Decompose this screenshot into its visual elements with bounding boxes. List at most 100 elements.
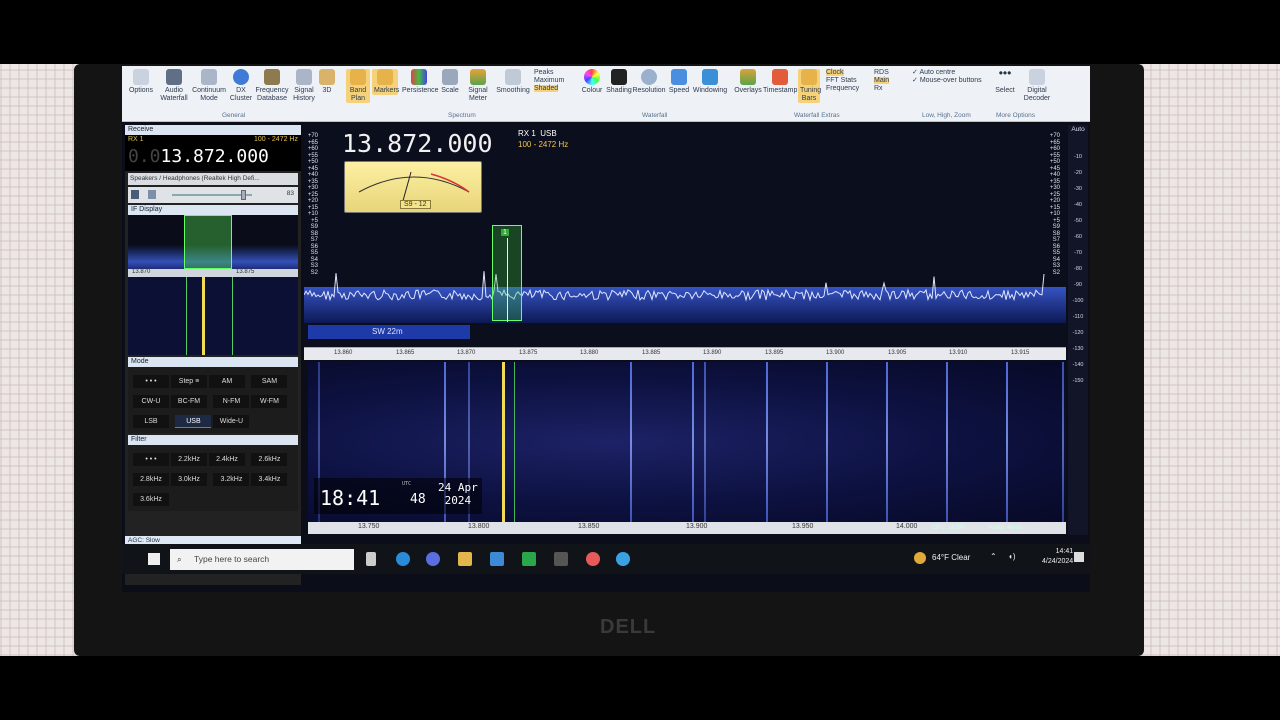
band-plan-button[interactable]: Band Plan <box>346 69 370 103</box>
mail-icon[interactable] <box>490 552 504 566</box>
filter-2-6khz-button[interactable]: 2.6kHz <box>251 453 288 466</box>
spectrum-display[interactable]: +70 +65 +60 +55 +50 +45 +40 +35 +30 +25 +20 +15 +10 +… <box>304 125 1066 347</box>
smoothing-button[interactable]: Smoothing <box>496 69 530 95</box>
mode-cwu-button[interactable]: CW-U <box>133 395 169 408</box>
weather-text[interactable]: 64°F Clear <box>932 553 970 562</box>
if-filter-passband[interactable] <box>184 215 232 269</box>
speed-button[interactable]: Speed <box>668 69 690 95</box>
markers-button[interactable]: Markers <box>372 69 399 95</box>
history-icon <box>296 69 312 85</box>
signal-meter-button[interactable]: Signal Meter <box>464 69 492 103</box>
mode-step-button[interactable]: Step ≡ <box>171 375 207 388</box>
spreadsheet-icon[interactable] <box>522 552 536 566</box>
notifications-icon[interactable] <box>1074 552 1084 562</box>
receive-header: Receive <box>125 125 301 135</box>
browser-icon[interactable] <box>616 552 630 566</box>
auto-scale-button[interactable]: Auto <box>1068 125 1088 133</box>
select-button[interactable]: ••• Select <box>994 66 1016 95</box>
audio-waterfall-button[interactable]: Audio Waterfall <box>158 69 190 103</box>
scale-button[interactable]: Scale <box>440 69 460 95</box>
group-spectrum: Spectrum <box>448 112 476 119</box>
mode-sam-button[interactable]: SAM <box>251 375 288 388</box>
band-plan-bar[interactable]: SW 22m <box>308 325 470 339</box>
tuning-bars-icon <box>801 69 817 85</box>
more-dots-icon: ••• <box>998 66 1012 80</box>
volume-value: 83 <box>286 190 294 197</box>
tuning-passband[interactable]: 1 <box>492 225 522 322</box>
persistence-button[interactable]: Persistence <box>402 69 439 95</box>
mode-am-button[interactable]: AM <box>209 375 245 388</box>
taskbar-search-box[interactable]: ⌕ Type here to search <box>170 549 354 570</box>
signal-meter-icon <box>470 69 486 85</box>
marker-label: 1 <box>501 229 509 236</box>
mode-bcfm-button[interactable]: BC-FM <box>171 395 207 408</box>
waterfall-level-scale[interactable]: Auto -10 -20 -30 -40 -50 -60 -70 -80 -90 -100 -110… <box>1068 125 1088 535</box>
audio-device-select[interactable]: Speakers / Headphones (Realtek High Defi… <box>128 173 298 185</box>
scale-icon <box>442 69 458 85</box>
volume-slider-track[interactable] <box>172 194 252 196</box>
volume-slider-thumb[interactable] <box>241 190 246 200</box>
waterfall-display[interactable]: 18:41 48 UTC 24 Apr 2024 <box>308 362 1066 522</box>
dx-cluster-button[interactable]: DX Cluster <box>228 69 254 103</box>
filter-3-2khz-button[interactable]: 3.2kHz <box>213 473 250 486</box>
shading-button[interactable]: Shading <box>606 69 632 95</box>
taskbar-clock[interactable]: 14:41 4/24/2024 <box>1042 547 1073 567</box>
3d-button[interactable]: 3D <box>319 69 335 95</box>
curtain-right <box>1132 64 1280 656</box>
media-player-icon[interactable] <box>426 552 440 566</box>
clock-fft-frequency-options[interactable]: Clock FFT Stats Frequency <box>826 69 872 93</box>
filter-2-2khz-button[interactable]: 2.2kHz <box>171 453 207 466</box>
auto-centre-options[interactable]: ✓ Auto centre ✓ Mouse-over buttons <box>912 69 992 85</box>
persistence-icon <box>411 69 427 85</box>
continuum-mode-button[interactable]: Continuum Mode <box>192 69 226 103</box>
filter-2-8khz-button[interactable]: 2.8kHz <box>133 473 169 486</box>
camera-icon[interactable] <box>554 552 568 566</box>
digital-decoder-button[interactable]: Digital Decoder <box>1020 69 1054 103</box>
rx-label: RX 1 <box>128 136 144 143</box>
ribbon-toolbar: Options Audio Waterfall Continuum Mode D… <box>122 66 1090 122</box>
colour-button[interactable]: Colour <box>580 69 604 95</box>
if-display: 13.870 13.875 <box>128 215 298 355</box>
edge-icon[interactable] <box>396 552 410 566</box>
peaks-options[interactable]: Peaks Maximum Shaded <box>534 69 568 93</box>
signal-history-button[interactable]: Signal History <box>290 69 318 103</box>
spectrum-frequency-axis: 13.860 13.865 13.870 13.875 13.880 13.885 13.8… <box>304 347 1066 360</box>
markers-icon <box>377 69 393 85</box>
volume-icon[interactable]: ◖) <box>1008 552 1016 561</box>
laptop-screen: Options Audio Waterfall Continuum Mode D… <box>122 66 1090 592</box>
mode-wideu-button[interactable]: Wide-U <box>213 415 250 428</box>
volume-control: 83 <box>128 187 298 203</box>
options-button[interactable]: Options <box>126 69 156 95</box>
windowing-button[interactable]: Windowing <box>692 69 728 95</box>
frequency-database-button[interactable]: Frequency Database <box>255 69 289 103</box>
mode-lsb-button[interactable]: LSB <box>133 415 169 428</box>
waterfall-tuning-line <box>502 362 505 522</box>
chevron-up-icon[interactable]: ⌃ <box>990 552 997 561</box>
task-view-icon[interactable] <box>366 552 376 566</box>
filter-2-4khz-button[interactable]: 2.4kHz <box>209 453 245 466</box>
vfo-frequency-display[interactable]: 0.013.872.000 <box>125 144 301 171</box>
smoothing-icon <box>505 69 521 85</box>
mode-usb-button[interactable]: USB <box>175 415 212 428</box>
mode-more-button[interactable]: • • • <box>133 375 169 388</box>
start-icon[interactable] <box>148 553 160 565</box>
filter-3-0khz-button[interactable]: 3.0kHz <box>171 473 207 486</box>
timestamp-button[interactable]: Timestamp <box>763 69 797 95</box>
if-tuning-line <box>202 277 205 355</box>
3d-icon <box>319 69 335 85</box>
filter-3-4khz-button[interactable]: 3.4kHz <box>251 473 288 486</box>
overlays-button[interactable]: Overlays <box>734 69 762 95</box>
filter-more-button[interactable]: • • • <box>133 453 169 466</box>
mode-nfm-button[interactable]: N-FM <box>213 395 250 408</box>
tuning-bars-button[interactable]: Tuning Bars <box>798 69 821 103</box>
resolution-button[interactable]: Resolution <box>632 69 666 95</box>
rds-options[interactable]: RDS Main Rx <box>874 69 908 93</box>
continuum-icon <box>201 69 217 85</box>
windows-taskbar: ⌕ Type here to search 64°F Clear ⌃ ◖) 14… <box>122 544 1090 574</box>
mode-wfm-button[interactable]: W-FM <box>251 395 288 408</box>
file-explorer-icon[interactable] <box>458 552 472 566</box>
filter-3-6khz-button[interactable]: 3.6kHz <box>133 493 169 506</box>
cpu-audio-status: CPU: 18.6% Audio: 48ms <box>932 525 1022 531</box>
shading-icon <box>611 69 627 85</box>
sdr-app-icon[interactable] <box>586 552 600 566</box>
